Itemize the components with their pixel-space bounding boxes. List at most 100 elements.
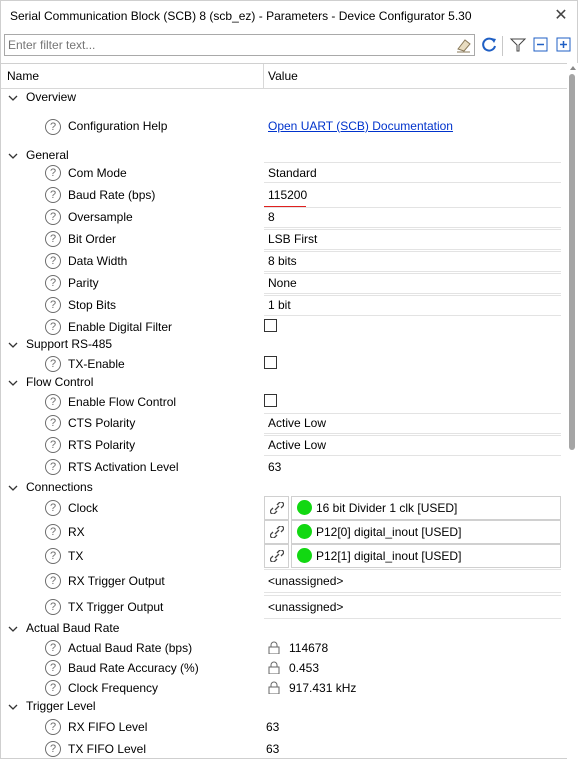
tx-fifo-level-value[interactable]: 63 (266, 742, 279, 756)
property-row-tx-fifo-level[interactable]: ? TX FIFO Level 63 (1, 738, 567, 760)
help-icon[interactable]: ? (45, 253, 61, 269)
property-row-rx-fifo-level[interactable]: ? RX FIFO Level 63 (1, 716, 567, 738)
property-row-cts-polarity[interactable]: ? CTS Polarity Active Low (1, 412, 567, 434)
property-row-enable-digital-filter[interactable]: ? Enable Digital Filter (1, 316, 567, 338)
chevron-down-icon[interactable] (7, 377, 19, 389)
help-icon[interactable]: ? (45, 231, 61, 247)
column-divider[interactable] (263, 64, 264, 88)
expand-all-icon[interactable] (555, 36, 573, 54)
rts-polarity-value[interactable]: Active Low (268, 438, 326, 452)
help-icon[interactable]: ? (45, 459, 61, 475)
name-column-header[interactable]: Name (7, 69, 39, 83)
property-row-oversample[interactable]: ? Oversample 8 (1, 206, 567, 228)
bit-order-value[interactable]: LSB First (268, 232, 317, 246)
filter-box[interactable] (4, 34, 475, 56)
property-row-tx[interactable]: ? TX P12[1] digital_inout [USED] (1, 544, 567, 568)
help-icon[interactable]: ? (45, 319, 61, 335)
chevron-down-icon[interactable] (7, 701, 19, 713)
collapse-all-icon[interactable] (532, 36, 550, 54)
help-icon[interactable]: ? (45, 680, 61, 696)
chevron-down-icon[interactable] (7, 623, 19, 635)
help-icon[interactable]: ? (45, 297, 61, 313)
filter-input[interactable] (8, 37, 448, 53)
help-icon[interactable]: ? (45, 209, 61, 225)
chevron-down-icon[interactable] (7, 482, 19, 494)
help-icon[interactable]: ? (45, 275, 61, 291)
help-icon[interactable]: ? (45, 660, 61, 676)
scrollbar-thumb[interactable] (569, 74, 575, 450)
help-icon[interactable]: ? (45, 437, 61, 453)
help-icon[interactable]: ? (45, 500, 61, 516)
help-icon[interactable]: ? (45, 119, 61, 135)
property-row-clock-frequency[interactable]: ? Clock Frequency 917.431 kHz (1, 678, 567, 698)
cts-polarity-value[interactable]: Active Low (268, 416, 326, 430)
property-row-data-width[interactable]: ? Data Width 8 bits (1, 250, 567, 272)
rx-trigger-output-value[interactable]: <unassigned> (268, 574, 343, 588)
help-icon[interactable]: ? (45, 356, 61, 372)
category-actual-baud-rate[interactable]: Actual Baud Rate (1, 620, 567, 639)
parity-value[interactable]: None (268, 276, 297, 290)
value-cell[interactable] (264, 251, 561, 272)
category-connections[interactable]: Connections (1, 478, 567, 498)
oversample-value[interactable]: 8 (268, 210, 275, 224)
property-row-configuration-help[interactable]: ? Configuration Help Open UART (SCB) Doc… (1, 108, 567, 146)
help-icon[interactable]: ? (45, 415, 61, 431)
stop-bits-value[interactable]: 1 bit (268, 298, 291, 312)
filter-icon[interactable] (509, 36, 527, 54)
chevron-down-icon[interactable] (7, 92, 19, 104)
property-row-clock[interactable]: ? Clock 16 bit Divider 1 clk [USED] (1, 496, 567, 520)
close-icon[interactable]: ✕ (550, 5, 572, 27)
rx-link-button[interactable] (264, 520, 289, 544)
chevron-down-icon[interactable] (7, 339, 19, 351)
enable-flow-control-checkbox[interactable] (264, 394, 277, 407)
property-row-bit-order[interactable]: ? Bit Order LSB First (1, 228, 567, 250)
enable-digital-filter-checkbox[interactable] (264, 319, 277, 332)
clock-value[interactable]: 16 bit Divider 1 clk [USED] (316, 501, 457, 515)
tx-link-button[interactable] (264, 544, 289, 568)
category-support-rs485[interactable]: Support RS-485 (1, 336, 567, 355)
property-row-parity[interactable]: ? Parity None (1, 272, 567, 294)
property-row-actual-baud-rate[interactable]: ? Actual Baud Rate (bps) 114678 (1, 638, 567, 658)
property-row-rts-activation-level[interactable]: ? RTS Activation Level 63 (1, 456, 567, 478)
help-icon[interactable]: ? (45, 548, 61, 564)
help-icon[interactable]: ? (45, 394, 61, 410)
value-cell[interactable] (264, 207, 561, 228)
help-icon[interactable]: ? (45, 524, 61, 540)
help-icon[interactable]: ? (45, 165, 61, 181)
com-mode-value[interactable]: Standard (268, 166, 317, 180)
rx-value[interactable]: P12[0] digital_inout [USED] (316, 525, 461, 539)
rts-activation-level-value[interactable]: 63 (268, 460, 281, 474)
clock-link-button[interactable] (264, 496, 289, 520)
property-row-rx[interactable]: ? RX P12[0] digital_inout [USED] (1, 520, 567, 544)
property-row-tx-enable[interactable]: ? TX-Enable (1, 354, 567, 374)
value-cell[interactable] (264, 273, 561, 294)
property-row-com-mode[interactable]: ? Com Mode Standard (1, 162, 567, 184)
property-row-stop-bits[interactable]: ? Stop Bits 1 bit (1, 294, 567, 316)
value-column-header[interactable]: Value (268, 69, 298, 83)
tx-value[interactable]: P12[1] digital_inout [USED] (316, 549, 461, 563)
baud-rate-value[interactable]: 115200 (268, 188, 307, 202)
help-icon[interactable]: ? (45, 640, 61, 656)
help-icon[interactable]: ? (45, 573, 61, 589)
scroll-up-arrow-icon[interactable] (568, 63, 578, 73)
rx-fifo-level-value[interactable]: 63 (266, 720, 279, 734)
property-row-enable-flow-control[interactable]: ? Enable Flow Control (1, 392, 567, 412)
property-row-rx-trigger-output[interactable]: ? RX Trigger Output <unassigned> (1, 568, 567, 594)
data-width-value[interactable]: 8 bits (268, 254, 297, 268)
value-cell[interactable] (264, 295, 561, 316)
category-flow-control[interactable]: Flow Control (1, 374, 567, 393)
chevron-down-icon[interactable] (7, 150, 19, 162)
property-row-baud-rate-accuracy[interactable]: ? Baud Rate Accuracy (%) 0.453 (1, 658, 567, 678)
category-trigger-level[interactable]: Trigger Level (1, 698, 567, 717)
refresh-icon[interactable] (481, 36, 499, 54)
help-icon[interactable]: ? (45, 187, 61, 203)
property-row-tx-trigger-output[interactable]: ? TX Trigger Output <unassigned> (1, 594, 567, 620)
help-icon[interactable]: ? (45, 719, 61, 735)
property-row-rts-polarity[interactable]: ? RTS Polarity Active Low (1, 434, 567, 456)
tx-enable-checkbox[interactable] (264, 356, 277, 369)
tx-trigger-output-value[interactable]: <unassigned> (268, 600, 343, 614)
category-overview[interactable]: Overview (1, 88, 567, 108)
help-icon[interactable]: ? (45, 741, 61, 757)
help-icon[interactable]: ? (45, 599, 61, 615)
documentation-link[interactable]: Open UART (SCB) Documentation (268, 119, 453, 133)
